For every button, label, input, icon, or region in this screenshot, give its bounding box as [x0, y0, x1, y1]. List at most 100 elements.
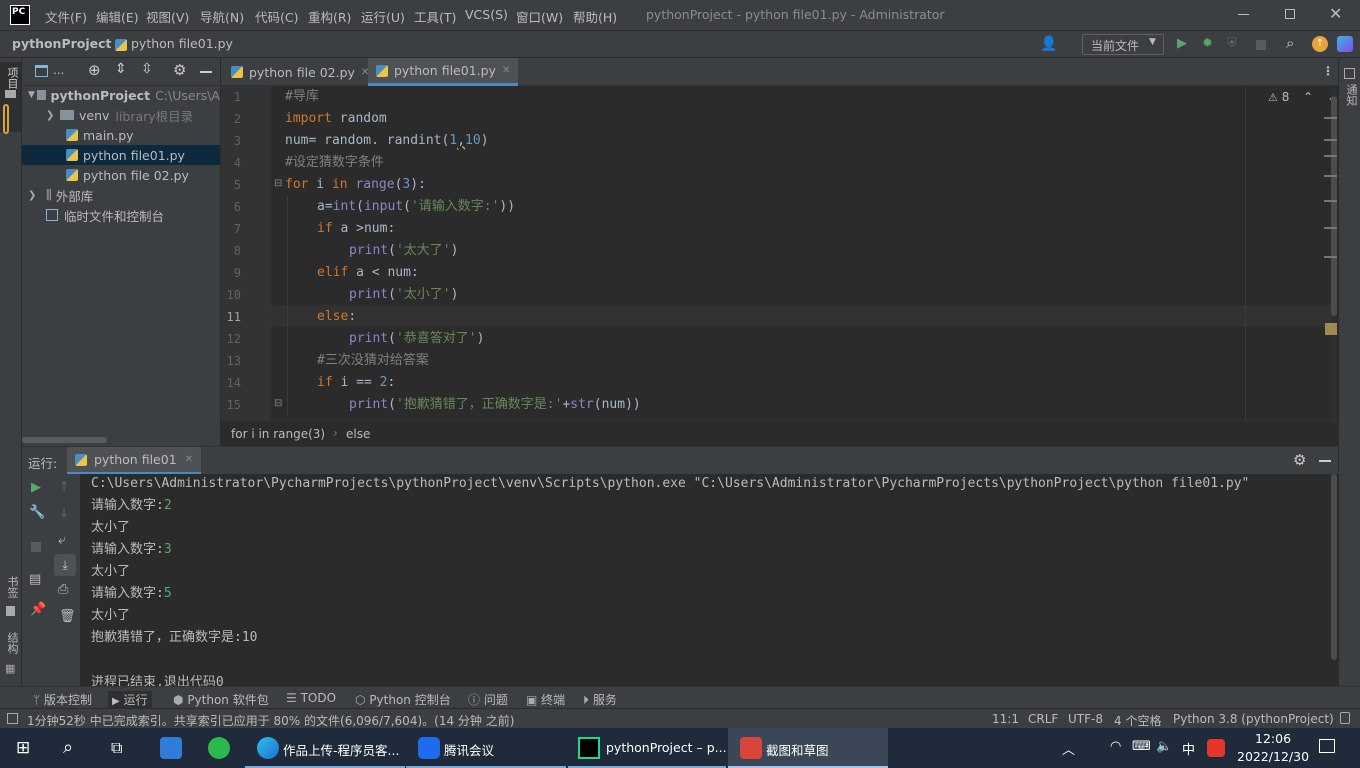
fold-icon[interactable]: ⊟: [274, 178, 282, 189]
taskbar-app[interactable]: 腾讯会议: [406, 728, 566, 768]
menu-navigate[interactable]: 导航(N): [200, 7, 244, 26]
feishu-app-icon[interactable]: [160, 737, 182, 759]
soft-wrap-icon[interactable]: ⤶: [58, 532, 66, 548]
wechat-app-icon[interactable]: [208, 737, 230, 759]
run-tab[interactable]: python file01 ✕: [67, 447, 202, 475]
line-separator[interactable]: CRLF: [1028, 712, 1058, 726]
scroll-to-end-button[interactable]: ⤓: [54, 554, 76, 576]
breadcrumb-item[interactable]: else: [346, 427, 370, 441]
scrollbar-thumb[interactable]: [1331, 96, 1337, 316]
search-icon[interactable]: ⌕: [63, 737, 73, 758]
menu-file[interactable]: 文件(F): [45, 7, 87, 26]
down-icon[interactable]: ↓: [59, 506, 69, 520]
restore-icon[interactable]: [1285, 9, 1295, 19]
indent-setting[interactable]: 4 个空格: [1114, 712, 1161, 729]
tree-root[interactable]: ▼ pythonProject C:\Users\A: [22, 85, 220, 105]
search-icon[interactable]: ⌕: [1286, 34, 1294, 52]
project-view-icon[interactable]: [35, 65, 48, 77]
expand-all-icon[interactable]: ⇕: [115, 61, 127, 77]
collapse-all-icon[interactable]: ⇳: [141, 61, 153, 77]
taskbar-app[interactable]: 作品上传-程序员客...: [245, 728, 405, 768]
trash-icon[interactable]: 🗑: [59, 609, 76, 624]
user-icon[interactable]: 👤: [1040, 36, 1057, 52]
wifi-icon[interactable]: ◠: [1110, 739, 1121, 754]
taskbar-app-active[interactable]: 截图和草图: [728, 728, 888, 768]
menu-view[interactable]: 视图(V): [146, 7, 189, 26]
project-horizontal-scrollbar[interactable]: [22, 437, 107, 443]
minimize-icon[interactable]: [1238, 14, 1249, 15]
update-icon[interactable]: ↑: [1312, 36, 1328, 52]
tree-item-file[interactable]: main.py: [22, 125, 220, 145]
chevron-up-icon[interactable]: ︿: [1062, 739, 1075, 758]
caret-position[interactable]: 11:1: [992, 712, 1019, 726]
tree-item-venv[interactable]: ❯ venv library根目录: [22, 105, 220, 125]
rerun-icon[interactable]: ▶: [31, 480, 41, 495]
menu-window[interactable]: 窗口(W): [516, 7, 563, 26]
console-scrollbar[interactable]: [1331, 474, 1337, 660]
settings-icon[interactable]: ⚙: [1293, 451, 1306, 469]
tab-close-icon[interactable]: ✕: [502, 65, 510, 76]
nav-project[interactable]: pythonProject: [12, 36, 112, 51]
volume-icon[interactable]: 🔈: [1156, 739, 1172, 754]
hide-panel-icon[interactable]: [200, 71, 212, 73]
notifications-label[interactable]: 通知: [1343, 84, 1359, 106]
inspection-widget[interactable]: ⚠ 8 ⌃ ⌄: [1268, 90, 1337, 106]
tree-item-scratches[interactable]: 临时文件和控制台: [22, 205, 220, 225]
tool-vcs[interactable]: ᛘ 版本控制: [33, 691, 92, 708]
hide-panel-icon[interactable]: [1319, 460, 1331, 462]
clock-time[interactable]: 12:06: [1255, 731, 1291, 746]
tool-python-packages[interactable]: ⬢ Python 软件包: [173, 691, 269, 708]
breadcrumb-item[interactable]: for i in range(3): [231, 427, 325, 441]
project-view-dropdown[interactable]: ...: [53, 63, 64, 77]
sogou-input-icon[interactable]: [1207, 739, 1225, 757]
locate-icon[interactable]: ⊕: [88, 61, 101, 79]
menu-run[interactable]: 运行(U): [361, 7, 405, 26]
task-view-icon[interactable]: ⧉: [111, 738, 122, 758]
run-console[interactable]: [80, 474, 1338, 686]
wrench-icon[interactable]: 🔧: [29, 505, 45, 520]
stop-icon[interactable]: [31, 542, 41, 552]
lock-icon[interactable]: [1340, 712, 1350, 724]
menu-code[interactable]: 代码(C): [255, 7, 298, 26]
tool-python-console[interactable]: ⬡ Python 控制台: [355, 691, 451, 708]
tool-services[interactable]: ⏵ 服务: [583, 691, 617, 708]
layout-icon[interactable]: ▤: [29, 572, 41, 587]
tab-python-file01-active[interactable]: python file01.py ✕: [368, 58, 519, 86]
pin-icon[interactable]: 📌: [30, 602, 46, 617]
interpreter[interactable]: Python 3.8 (pythonProject): [1173, 712, 1334, 726]
previous-highlight-icon[interactable]: ⌃: [1303, 90, 1313, 104]
taskbar-app[interactable]: pythonProject – p...: [568, 728, 727, 768]
up-icon[interactable]: ↑: [59, 479, 69, 493]
structure-tool-button[interactable]: 结构 ▦: [0, 632, 21, 682]
notification-center-icon[interactable]: [1319, 739, 1335, 753]
windows-start-icon[interactable]: ⊞: [16, 740, 30, 757]
run-icon[interactable]: ▶: [1177, 36, 1187, 51]
ime-indicator[interactable]: 中: [1182, 739, 1195, 758]
clock-date[interactable]: 2022/12/30: [1237, 749, 1309, 764]
bookmarks-tool-button[interactable]: 书签: [0, 576, 21, 626]
tab-python-file-02[interactable]: python file 02.py ✕: [223, 58, 377, 86]
debug-icon[interactable]: ✹: [1202, 36, 1213, 51]
nav-file[interactable]: python file01.py: [131, 36, 233, 51]
stop-icon[interactable]: [1256, 40, 1266, 50]
more-tabs-icon[interactable]: ⋮: [1322, 64, 1334, 78]
menu-tools[interactable]: 工具(T): [414, 7, 456, 26]
tool-terminal[interactable]: ▣ 终端: [526, 691, 565, 708]
menu-edit[interactable]: 编辑(E): [96, 7, 139, 26]
tool-problems[interactable]: ⓘ 问题: [468, 691, 508, 708]
tool-todo[interactable]: ☰ TODO: [286, 691, 336, 705]
menu-vcs[interactable]: VCS(S): [465, 7, 508, 22]
menu-help[interactable]: 帮助(H): [573, 7, 617, 26]
close-icon[interactable]: ✕: [1329, 4, 1342, 23]
notifications-icon[interactable]: [1344, 68, 1355, 79]
network-icon[interactable]: ⌨: [1132, 739, 1151, 754]
menu-refactor[interactable]: 重构(R): [308, 7, 351, 26]
status-message[interactable]: 1分钟52秒 中已完成索引。共享索引已应用于 80% 的文件(6,096/7,6…: [27, 712, 514, 729]
tree-item-file[interactable]: python file 02.py: [22, 165, 220, 185]
status-toggle-icon[interactable]: [7, 713, 18, 724]
print-icon[interactable]: ⎙: [58, 582, 68, 597]
jetbrains-toolbox-icon[interactable]: [1337, 36, 1353, 52]
coverage-icon[interactable]: ⛨: [1227, 36, 1237, 51]
tool-run[interactable]: ▶ 运行: [108, 691, 152, 708]
run-config-select[interactable]: 当前文件 ▼: [1082, 34, 1164, 55]
